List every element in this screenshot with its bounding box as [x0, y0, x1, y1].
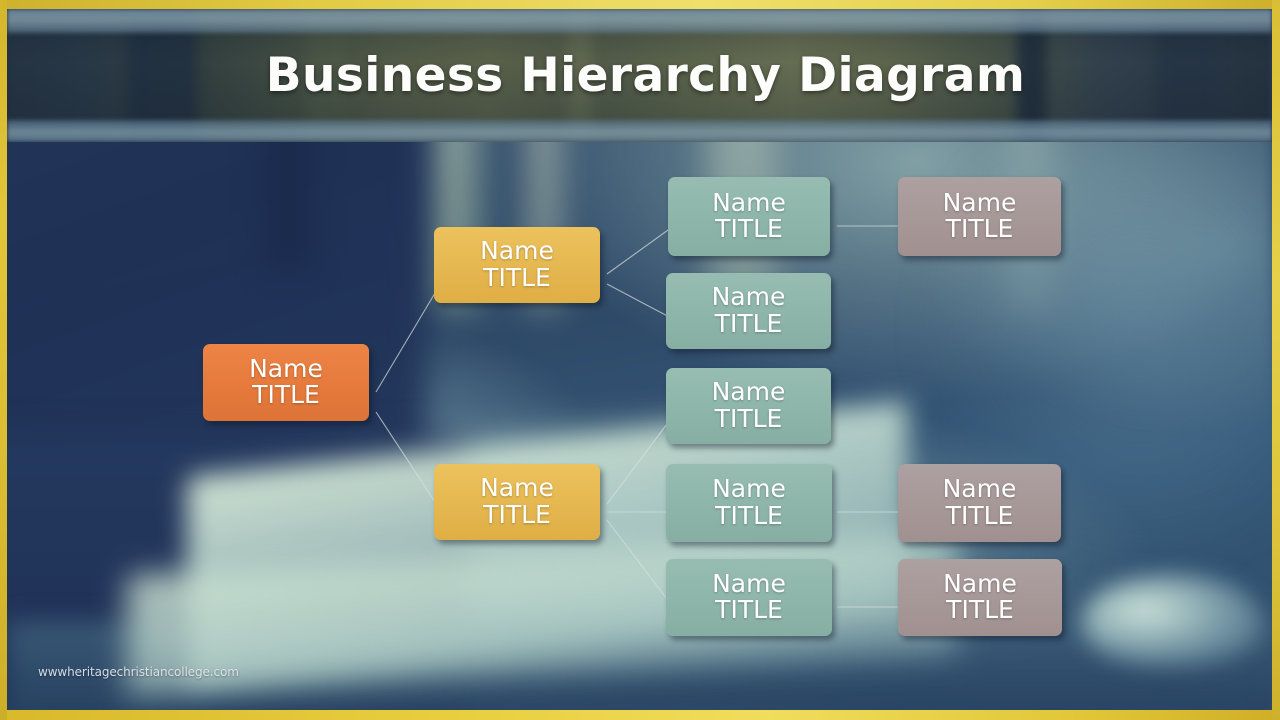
node-name-label: Name	[480, 236, 554, 266]
hierarchy-node-n7[interactable]: Name TITLE	[666, 559, 832, 636]
node-name-label: Name	[943, 568, 1017, 598]
node-name-label: Name	[942, 474, 1017, 504]
node-title-label: TITLE	[715, 214, 783, 244]
hierarchy-node-n10[interactable]: Name TITLE	[898, 559, 1062, 636]
node-title-label: TITLE	[715, 500, 783, 530]
hierarchy-node-n2[interactable]: Name TITLE	[434, 464, 600, 540]
frame-right-border	[1272, 0, 1280, 720]
frame-bottom-border	[0, 710, 1280, 720]
node-name-label: Name	[712, 568, 786, 598]
hierarchy-node-n1[interactable]: Name TITLE	[434, 227, 600, 303]
frame-left-border	[0, 0, 7, 720]
node-title-label: TITLE	[715, 595, 783, 625]
node-name-label: Name	[249, 353, 323, 383]
hierarchy-node-n9[interactable]: Name TITLE	[898, 464, 1061, 542]
title-banner: Business Hierarchy Diagram	[7, 9, 1272, 142]
node-name-label: Name	[480, 473, 554, 503]
node-name-label: Name	[711, 282, 786, 312]
watermark: wwwheritagechristiancollege.com	[38, 665, 239, 679]
hierarchy-node-n4[interactable]: Name TITLE	[666, 273, 831, 349]
node-title-label: TITLE	[946, 595, 1014, 625]
hierarchy-node-n0[interactable]: Name TITLE	[203, 344, 369, 421]
node-name-label: Name	[711, 377, 786, 407]
node-title-label: TITLE	[945, 500, 1014, 530]
photo-mouse	[1082, 574, 1262, 666]
node-title-label: TITLE	[252, 380, 320, 410]
node-title-label: TITLE	[483, 499, 551, 529]
hierarchy-node-n6[interactable]: Name TITLE	[666, 464, 832, 542]
node-name-label: Name	[712, 474, 786, 504]
hierarchy-node-n3[interactable]: Name TITLE	[668, 177, 830, 256]
hierarchy-node-n5[interactable]: Name TITLE	[666, 368, 831, 444]
node-title-label: TITLE	[945, 214, 1014, 244]
presentation-slide: Business Hierarchy Diagram Name TITLE Name…	[0, 0, 1280, 720]
node-title-label: TITLE	[714, 308, 783, 338]
node-title-label: TITLE	[714, 403, 783, 433]
node-title-label: TITLE	[483, 262, 551, 292]
node-name-label: Name	[712, 187, 786, 217]
frame-top-border	[0, 0, 1280, 9]
slide-title: Business Hierarchy Diagram	[265, 48, 1026, 103]
node-name-label: Name	[942, 187, 1017, 217]
hierarchy-node-n8[interactable]: Name TITLE	[898, 177, 1061, 256]
